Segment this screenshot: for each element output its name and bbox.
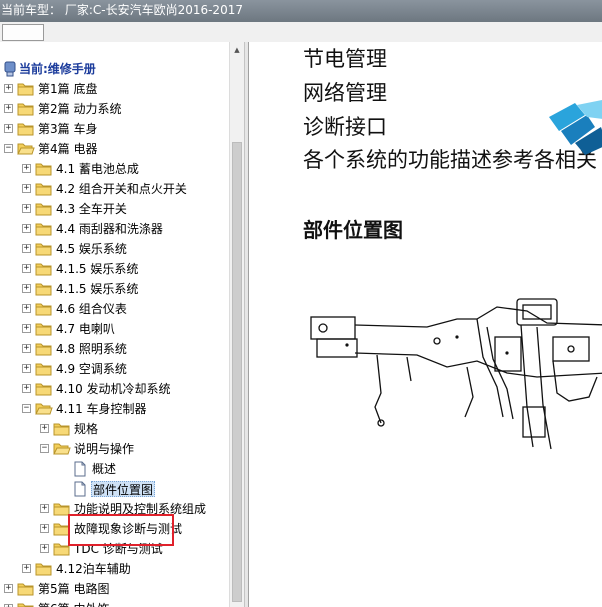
- tree-item-label: 4.7 电喇叭: [56, 322, 115, 336]
- open-folder-icon: [35, 403, 53, 415]
- tree-item-label: 部件位置图: [91, 481, 156, 497]
- folder-icon: [17, 123, 34, 136]
- tree-item-label: 4.1 蓄电池总成: [56, 162, 139, 176]
- expand-icon[interactable]: +: [22, 364, 31, 373]
- toolbar-field[interactable]: [2, 24, 44, 41]
- expand-icon[interactable]: +: [22, 304, 31, 313]
- scroll-thumb[interactable]: [232, 142, 242, 602]
- expand-icon[interactable]: +: [40, 504, 49, 513]
- document-icon: [74, 461, 86, 477]
- tree-item-label: 第3篇 车身: [38, 122, 98, 136]
- tree-item-label: 4.2 组合开关和点火开关: [56, 182, 187, 196]
- expand-icon[interactable]: +: [22, 184, 31, 193]
- folder-icon: [35, 183, 52, 196]
- tree-item-label: 4.5 娱乐系统: [56, 242, 127, 256]
- folder-icon: [17, 83, 34, 96]
- tree-item-label: 功能说明及控制系统组成: [74, 502, 207, 516]
- window-title-bar: 当前车型： 厂家:C-长安汽车欧尚2016-2017: [0, 0, 602, 22]
- folder-icon: [35, 323, 52, 336]
- expand-icon[interactable]: +: [22, 224, 31, 233]
- tree-item-label: 4.11 车身控制器: [56, 402, 147, 416]
- collapse-icon[interactable]: −: [4, 144, 13, 153]
- component-location-diagram: [310, 298, 602, 450]
- document-content-pane: 节电管理 网络管理 诊断接口 各个系统的功能描述参考各相关 部件位置图: [249, 42, 602, 607]
- folder-icon: [35, 363, 52, 376]
- tree-item-label: 规格: [74, 422, 99, 436]
- folder-icon: [35, 163, 52, 176]
- folder-icon: [35, 223, 52, 236]
- document-icon: [74, 481, 86, 497]
- folder-icon: [53, 523, 70, 536]
- expand-icon[interactable]: +: [22, 564, 31, 573]
- tree-item-label: 故障现象诊断与测试: [74, 522, 183, 536]
- expand-icon[interactable]: +: [22, 264, 31, 273]
- folder-icon: [35, 243, 52, 256]
- folder-icon: [35, 383, 52, 396]
- tree-scrollbar[interactable]: ▲: [229, 42, 244, 607]
- section-heading: 部件位置图: [303, 218, 403, 242]
- tree-item-label: 第4篇 电器: [38, 142, 98, 156]
- expand-icon[interactable]: +: [4, 104, 13, 113]
- tree-item-label: 4.12泊车辅助: [56, 562, 131, 576]
- tree-item-label: 第6篇 内外饰: [37, 601, 110, 607]
- expand-icon[interactable]: +: [4, 124, 13, 133]
- tree-item-label: 4.4 雨刮器和洗涤器: [56, 222, 163, 236]
- folder-icon: [53, 543, 70, 556]
- folder-icon: [35, 203, 52, 216]
- expand-icon[interactable]: +: [22, 284, 31, 293]
- tree-item-label: 说明与操作: [74, 442, 135, 456]
- folder-icon: [17, 603, 34, 607]
- expand-icon[interactable]: +: [4, 84, 13, 93]
- tree-item-label: 4.10 发动机冷却系统: [56, 382, 171, 396]
- tree-item-label: 第1篇 底盘: [38, 82, 98, 96]
- folder-icon: [53, 423, 70, 436]
- folder-icon: [35, 263, 52, 276]
- tree-item-label: TDC 诊断与测试: [74, 542, 163, 556]
- expand-icon[interactable]: +: [22, 324, 31, 333]
- tree-item-label: 4.8 照明系统: [56, 342, 127, 356]
- content-line: 节电管理: [303, 47, 387, 71]
- tree-item-label: 概述: [92, 462, 117, 476]
- folder-icon: [35, 563, 52, 576]
- folder-icon: [17, 103, 34, 116]
- tree-item-label: 4.9 空调系统: [56, 362, 127, 376]
- folder-icon: [53, 503, 70, 516]
- folder-icon: [35, 343, 52, 356]
- content-line: 诊断接口: [303, 115, 387, 139]
- watermark-logo-icon: [549, 100, 602, 155]
- scroll-up-arrow-icon[interactable]: ▲: [230, 42, 244, 58]
- expand-icon[interactable]: +: [40, 424, 49, 433]
- collapse-icon[interactable]: −: [22, 404, 31, 413]
- tree-item-label: 第5篇 电路图: [38, 582, 110, 596]
- open-folder-icon: [53, 443, 71, 455]
- window-title: 当前车型： 厂家:C-长安汽车欧尚2016-2017: [1, 3, 243, 17]
- expand-icon[interactable]: +: [22, 384, 31, 393]
- expand-icon[interactable]: +: [22, 204, 31, 213]
- tree-item-label: 4.3 全车开关: [56, 202, 127, 216]
- toolbar-strip: [0, 22, 602, 43]
- tree-item-label: 4.1.5 娱乐系统: [56, 262, 139, 276]
- expand-icon[interactable]: +: [4, 584, 13, 593]
- expand-icon[interactable]: +: [40, 544, 49, 553]
- open-folder-icon: [17, 143, 35, 155]
- expand-icon[interactable]: +: [22, 244, 31, 253]
- expand-icon[interactable]: +: [22, 344, 31, 353]
- collapse-icon[interactable]: −: [40, 444, 49, 453]
- folder-icon: [35, 283, 52, 296]
- expand-icon[interactable]: +: [40, 524, 49, 533]
- tree-item-label: 第2篇 动力系统: [38, 102, 122, 116]
- tree-item-label: 4.6 组合仪表: [56, 302, 127, 316]
- content-line: 网络管理: [303, 81, 387, 105]
- expand-icon[interactable]: +: [22, 164, 31, 173]
- folder-icon: [17, 583, 34, 596]
- tree-root-label: 当前:维修手册: [19, 62, 96, 76]
- manual-tree-pane: 当前:维修手册 + 第1篇 底盘 + 第2篇 动力系统 + 第3篇 车身 − 第4篇 电器 +4…: [0, 42, 229, 607]
- folder-icon: [35, 303, 52, 316]
- tree-item-label: 4.1.5 娱乐系统: [56, 282, 139, 296]
